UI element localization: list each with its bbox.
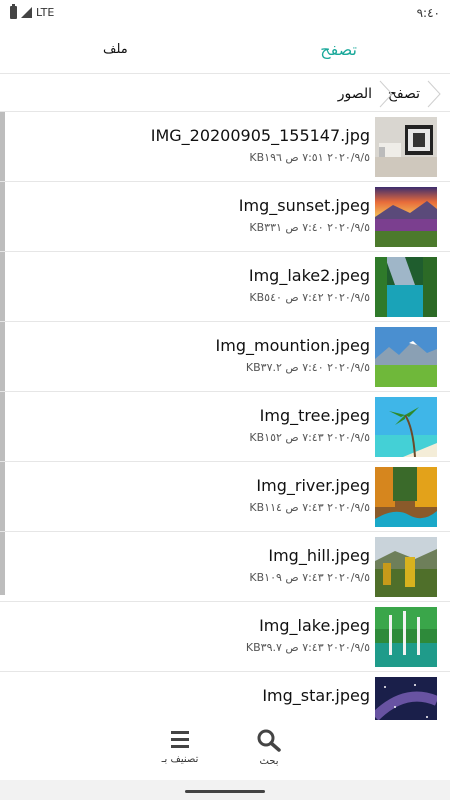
tab-browse[interactable]: تصفح xyxy=(320,40,357,59)
file-meta: ٢٠٢٠/٩/٥ ٧:٥١ ص KB١٩٦ xyxy=(249,151,370,164)
sort-label: تصنيف بـ xyxy=(161,754,199,765)
file-meta: ٢٠٢٠/٩/٥ ٧:٤٣ ص KB٣٩.٧ xyxy=(245,641,370,654)
file-row[interactable]: Img_star.jpeg xyxy=(0,672,450,720)
image-thumbnail xyxy=(375,257,437,317)
file-meta: ٢٠٢٠/٩/٥ ٧:٤٣ ص KB١٠٩ xyxy=(249,571,370,584)
file-row[interactable]: Img_hill.jpeg ٢٠٢٠/٩/٥ ٧:٤٣ ص KB١٠٩ xyxy=(0,532,450,602)
chevron-icon xyxy=(379,80,393,108)
image-thumbnail xyxy=(375,327,437,387)
status-left: LTE xyxy=(10,4,55,19)
battery-icon xyxy=(10,4,17,19)
status-bar: LTE ٩:٤٠ xyxy=(0,0,450,28)
image-thumbnail xyxy=(375,607,437,667)
clock: ٩:٤٠ xyxy=(416,6,440,20)
search-button[interactable]: بحث xyxy=(239,728,299,778)
image-thumbnail xyxy=(375,467,437,527)
file-name: Img_tree.jpeg xyxy=(259,406,370,425)
file-row[interactable]: Img_river.jpeg ٢٠٢٠/٩/٥ ٧:٤٣ ص KB١١٤ xyxy=(0,462,450,532)
file-name: Img_star.jpeg xyxy=(262,686,370,705)
file-name: Img_hill.jpeg xyxy=(268,546,370,565)
top-tabs: تصفح ملف xyxy=(0,28,450,74)
file-row[interactable]: Img_lake.jpeg ٢٠٢٠/٩/٥ ٧:٤٣ ص KB٣٩.٧ xyxy=(0,602,450,672)
file-name: Img_river.jpeg xyxy=(256,476,370,495)
chevron-icon xyxy=(427,80,441,108)
image-thumbnail xyxy=(375,397,437,457)
file-meta: ٢٠٢٠/٩/٥ ٧:٤٠ ص KB٣٣١ xyxy=(249,221,370,234)
home-indicator[interactable] xyxy=(185,790,265,793)
image-thumbnail xyxy=(375,537,437,597)
file-name: Img_sunset.jpeg xyxy=(238,196,370,215)
breadcrumb-folder[interactable]: الصور xyxy=(338,76,372,112)
file-name: IMG_20200905_155147.jpg xyxy=(150,126,370,145)
file-row[interactable]: Img_tree.jpeg ٢٠٢٠/٩/٥ ٧:٤٣ ص KB١٥٢ xyxy=(0,392,450,462)
file-row[interactable]: Img_lake2.jpeg ٢٠٢٠/٩/٥ ٧:٤٢ ص KB٥٤٠ xyxy=(0,252,450,322)
network-label: LTE xyxy=(36,6,55,19)
file-list: IMG_20200905_155147.jpg ٢٠٢٠/٩/٥ ٧:٥١ ص … xyxy=(0,112,450,720)
search-icon xyxy=(257,729,281,752)
file-name: Img_lake.jpeg xyxy=(259,616,370,635)
image-thumbnail xyxy=(375,677,437,720)
sort-button[interactable]: تصنيف بـ xyxy=(150,728,210,778)
file-row[interactable]: Img_sunset.jpeg ٢٠٢٠/٩/٥ ٧:٤٠ ص KB٣٣١ xyxy=(0,182,450,252)
image-thumbnail xyxy=(375,117,437,177)
bottom-action-bar: تصنيف بـ بحث xyxy=(0,720,450,780)
file-name: Img_lake2.jpeg xyxy=(248,266,370,285)
file-row[interactable]: IMG_20200905_155147.jpg ٢٠٢٠/٩/٥ ٧:٥١ ص … xyxy=(0,112,450,182)
system-nav-bar xyxy=(0,780,450,800)
file-name: Img_mountion.jpeg xyxy=(215,336,370,355)
image-thumbnail xyxy=(375,187,437,247)
file-row[interactable]: Img_mountion.jpeg ٢٠٢٠/٩/٥ ٧:٤٠ ص KB٣٧.٢ xyxy=(0,322,450,392)
file-meta: ٢٠٢٠/٩/٥ ٧:٤٣ ص KB١١٤ xyxy=(249,501,370,514)
signal-icon xyxy=(21,7,32,18)
menu-icon xyxy=(171,731,189,748)
search-label: بحث xyxy=(259,756,279,767)
file-meta: ٢٠٢٠/٩/٥ ٧:٤٢ ص KB٥٤٠ xyxy=(249,291,370,304)
tab-file[interactable]: ملف xyxy=(103,42,128,57)
file-meta: ٢٠٢٠/٩/٥ ٧:٤٠ ص KB٣٧.٢ xyxy=(245,361,370,374)
breadcrumb: تصفح الصور xyxy=(0,76,450,112)
file-meta: ٢٠٢٠/٩/٥ ٧:٤٣ ص KB١٥٢ xyxy=(249,431,370,444)
